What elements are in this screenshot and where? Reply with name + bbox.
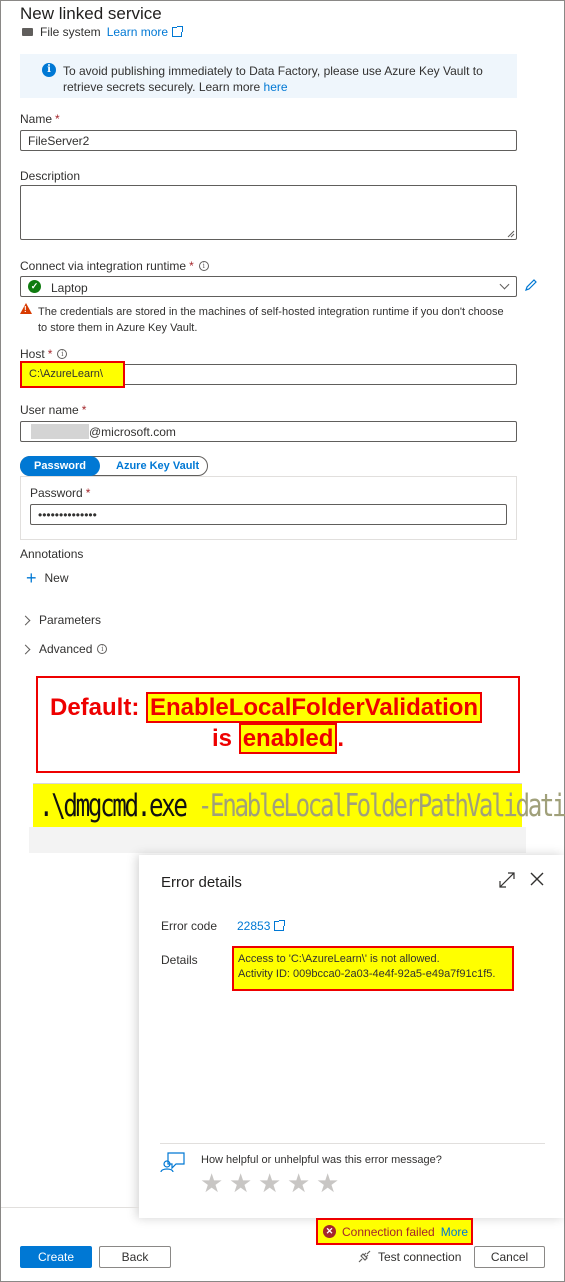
- parameters-expander[interactable]: Parameters: [20, 613, 102, 627]
- test-connection-button[interactable]: Test connection: [357, 1249, 461, 1264]
- star-icon-5[interactable]: ★: [316, 1168, 339, 1199]
- credential-type-toggle[interactable]: Password Azure Key Vault: [20, 456, 208, 476]
- connection-failed-text: Connection failed: [342, 1224, 435, 1239]
- toggle-password[interactable]: Password: [20, 456, 100, 476]
- chevron-right-icon: [20, 644, 31, 654]
- callout-state-highlight: enabled: [238, 723, 338, 754]
- file-system-icon: [22, 28, 33, 36]
- info-text: To avoid publishing immediately to Data …: [63, 64, 483, 94]
- host-highlight: C:\AzureLearn\: [20, 361, 125, 388]
- expand-icon[interactable]: [499, 872, 515, 888]
- more-link[interactable]: More: [441, 1225, 468, 1239]
- toggle-key-vault[interactable]: Azure Key Vault: [116, 457, 199, 475]
- command-band: [29, 827, 526, 853]
- connection-status: ✕ Connection failed More: [316, 1218, 473, 1245]
- check-icon: ✓: [28, 280, 41, 293]
- error-icon: ✕: [323, 1225, 336, 1238]
- error-details-panel: Error details Error code 22853 Details H…: [139, 855, 564, 1218]
- star-icon-4[interactable]: ★: [287, 1168, 310, 1199]
- external-link-icon: [274, 920, 286, 931]
- error-code-label: Error code: [161, 919, 218, 933]
- external-link-icon: [172, 26, 184, 37]
- runtime-value: Laptop: [51, 281, 88, 295]
- password-input[interactable]: ••••••••••••••: [30, 504, 507, 525]
- page-title: New linked service: [20, 4, 162, 23]
- create-button[interactable]: Create: [20, 1246, 92, 1268]
- error-details-highlight: Access to 'C:\AzureLearn\' is not allowe…: [232, 946, 514, 991]
- info-icon: i: [42, 63, 56, 77]
- command-snippet: .\dmgcmd.exe -EnableLocalFolderPathValid…: [33, 783, 565, 827]
- password-section: Password * ••••••••••••••: [20, 476, 517, 540]
- runtime-select[interactable]: ✓ Laptop: [20, 276, 517, 297]
- test-connection-label: Test connection: [378, 1249, 462, 1264]
- runtime-label: Connect via integration runtime * i: [20, 259, 209, 273]
- star-icon-3[interactable]: ★: [258, 1168, 281, 1199]
- divider: [160, 1143, 545, 1144]
- username-value: @microsoft.com: [89, 425, 176, 439]
- description-label: Description: [20, 169, 81, 183]
- resize-grip-icon[interactable]: [507, 230, 515, 238]
- connector-name: File system: [40, 25, 101, 39]
- details-label: Details: [161, 953, 198, 967]
- advanced-label: Advanced: [39, 642, 93, 656]
- username-input[interactable]: @microsoft.com: [20, 421, 517, 442]
- cancel-button[interactable]: Cancel: [474, 1246, 545, 1268]
- host-label: Host * i: [20, 347, 68, 361]
- name-label: Name *: [20, 112, 60, 126]
- advanced-expander[interactable]: Advanced i: [20, 642, 108, 656]
- error-detail-line-1: Access to 'C:\AzureLearn\' is not allowe…: [238, 953, 440, 965]
- star-icon-2[interactable]: ★: [229, 1168, 252, 1199]
- annotations-label: Annotations: [20, 547, 84, 561]
- chevron-right-icon: [20, 615, 31, 625]
- new-label: New: [44, 571, 69, 585]
- key-vault-info-banner: i To avoid publishing immediately to Dat…: [20, 54, 517, 98]
- command-param: -EnableLocalFolderPathValidation: [197, 788, 565, 824]
- feedback-question: How helpful or unhelpful was this error …: [201, 1154, 442, 1166]
- new-annotation-button[interactable]: + New: [26, 568, 69, 588]
- plug-icon: [358, 1250, 371, 1263]
- command-exe: .\dmgcmd.exe: [39, 788, 188, 824]
- callout-line-1: Default: EnableLocalFolderValidation: [50, 692, 483, 723]
- error-panel-title: Error details: [161, 874, 242, 891]
- annotation-callout: Default: EnableLocalFolderValidation is …: [36, 676, 520, 773]
- error-detail-line-2: Activity ID: 009bcca0-2a03-4e4f-92a5-e49…: [238, 968, 496, 980]
- info-circle-icon[interactable]: i: [198, 261, 209, 271]
- callout-line-2: is enabled.: [212, 723, 345, 754]
- password-label: Password *: [30, 486, 91, 500]
- footer-divider: [1, 1207, 139, 1208]
- info-here-link[interactable]: here: [264, 80, 288, 94]
- close-icon[interactable]: [530, 872, 544, 886]
- callout-setting-highlight: EnableLocalFolderValidation: [146, 692, 483, 723]
- info-circle-icon[interactable]: i: [97, 644, 108, 654]
- star-icon-1[interactable]: ★: [200, 1168, 223, 1199]
- info-circle-icon[interactable]: i: [57, 349, 68, 359]
- feedback-icon: [160, 1152, 185, 1173]
- runtime-warning: The credentials are stored in the machin…: [38, 306, 504, 334]
- host-value: C:\AzureLearn\: [29, 368, 103, 380]
- error-code-link[interactable]: 22853: [237, 919, 286, 933]
- redacted-block: [31, 424, 89, 439]
- description-textarea[interactable]: [20, 185, 517, 240]
- parameters-label: Parameters: [39, 613, 102, 627]
- name-input[interactable]: FileServer2: [20, 130, 517, 151]
- connector-subtitle: File system Learn more: [22, 25, 184, 39]
- back-button[interactable]: Back: [99, 1246, 171, 1268]
- chevron-down-icon: [499, 279, 510, 290]
- username-label: User name *: [20, 403, 87, 417]
- warning-icon: !: [20, 303, 32, 314]
- edit-pencil-icon[interactable]: [524, 278, 538, 292]
- plus-icon: +: [26, 568, 37, 588]
- learn-more-link[interactable]: Learn more: [107, 25, 184, 39]
